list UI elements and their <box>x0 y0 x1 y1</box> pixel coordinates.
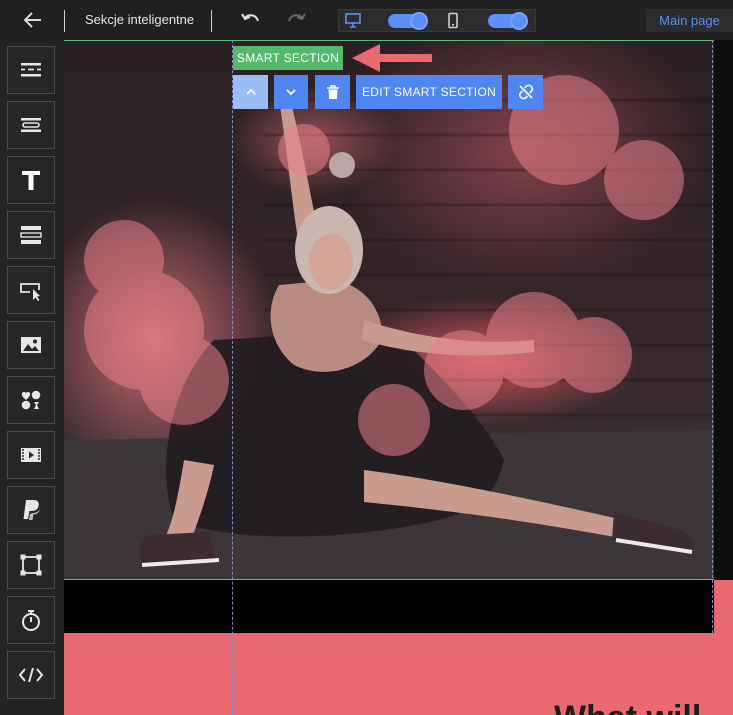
code-icon <box>18 667 44 683</box>
tool-code[interactable] <box>7 651 55 699</box>
divider <box>64 10 65 32</box>
pink-section[interactable]: What will <box>64 633 733 715</box>
tool-shape[interactable] <box>7 541 55 589</box>
tool-timer[interactable] <box>7 596 55 644</box>
toggle-knob <box>510 12 528 30</box>
move-down-icon <box>286 89 296 96</box>
section-layout-icon <box>21 63 41 77</box>
guide-line-bottom <box>64 633 733 634</box>
undo-icon <box>241 13 259 22</box>
toggle-knob <box>410 12 428 30</box>
smart-section-badge: SMART SECTION <box>233 46 343 70</box>
tool-text[interactable] <box>7 156 55 204</box>
top-bar: Sekcje inteligentne Main page <box>0 0 733 40</box>
trash-icon <box>326 84 339 99</box>
desktop-view-button[interactable] <box>344 12 364 30</box>
tool-section-layout[interactable] <box>7 46 55 94</box>
pink-section-heading[interactable]: What will <box>554 699 701 715</box>
desktop-toggle[interactable] <box>388 12 428 30</box>
timer-icon <box>22 610 40 631</box>
unlink-button[interactable] <box>508 75 543 109</box>
hero-photo-figure <box>64 75 714 580</box>
undo-button[interactable] <box>240 10 264 30</box>
rows-icon <box>20 226 42 244</box>
tool-button[interactable] <box>7 266 55 314</box>
canvas-margin <box>714 40 733 580</box>
unlink-icon <box>518 84 533 100</box>
main-page-button[interactable]: Main page <box>646 9 733 32</box>
tool-icons[interactable] <box>7 376 55 424</box>
move-down-button[interactable] <box>274 75 308 109</box>
section-outline-bottom <box>64 579 714 580</box>
move-up-icon <box>245 88 256 95</box>
mobile-toggle[interactable] <box>488 12 528 30</box>
tool-sidebar <box>0 40 64 715</box>
redo-icon <box>288 13 306 22</box>
tool-smart-section[interactable] <box>7 101 55 149</box>
back-arrow-icon <box>24 12 41 28</box>
smart-section-icon <box>21 118 41 132</box>
mobile-view-button[interactable] <box>444 12 464 30</box>
black-band-section[interactable] <box>64 580 714 633</box>
hero-image[interactable] <box>64 40 714 580</box>
redo-button[interactable] <box>285 10 309 30</box>
device-switcher <box>338 9 536 32</box>
video-icon <box>21 448 41 462</box>
paypal-icon <box>23 500 40 520</box>
tool-paypal[interactable] <box>7 486 55 534</box>
guide-line-left <box>232 40 233 715</box>
tool-image[interactable] <box>7 321 55 369</box>
edit-smart-section-button[interactable]: EDIT SMART SECTION <box>356 75 502 109</box>
image-icon <box>21 337 41 353</box>
divider <box>211 10 212 32</box>
tool-rows[interactable] <box>7 211 55 259</box>
tool-video[interactable] <box>7 431 55 479</box>
delete-button[interactable] <box>315 75 350 109</box>
button-cursor-icon <box>20 283 40 301</box>
emoji-icons-icon <box>21 390 41 410</box>
pointer-arrow-icon <box>352 44 432 72</box>
editor-canvas[interactable]: What will <box>64 40 733 715</box>
pink-section-edge <box>714 580 733 633</box>
desktop-icon <box>345 13 361 28</box>
move-up-button[interactable] <box>233 75 268 109</box>
guide-line-right <box>712 40 713 633</box>
mobile-icon <box>448 12 458 29</box>
shape-icon <box>20 554 42 576</box>
text-icon <box>22 171 40 190</box>
back-button[interactable] <box>16 8 50 32</box>
page-title: Sekcje inteligentne <box>85 12 195 27</box>
